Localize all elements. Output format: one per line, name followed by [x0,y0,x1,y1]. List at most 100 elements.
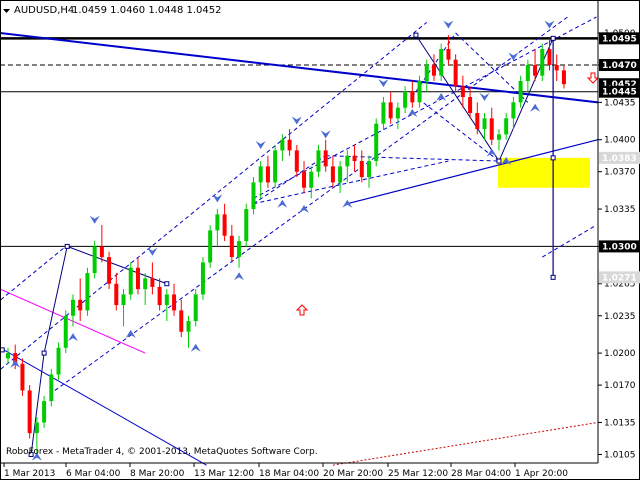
candle [200,257,205,300]
candles-layer [6,35,566,455]
candle-body [208,230,213,263]
y-tick-label: 1.0170 [604,381,636,391]
candle-body [302,171,307,188]
candle [554,54,559,82]
zone-layer [498,157,590,188]
price-label-text: 1.0470 [602,61,637,71]
candle-body [374,123,379,162]
candle [186,315,191,348]
candle [403,86,408,114]
zigzag-node [550,155,556,161]
candle [395,102,400,130]
zigzag-node [413,32,419,38]
price-label: 1.0445 [599,85,640,98]
candle-body [496,134,501,140]
candle-body [49,374,54,402]
candle-body [121,294,126,306]
candle-body [273,150,278,183]
candle-body [489,118,494,140]
candle-body [34,422,39,434]
candle-body [309,171,314,188]
candle [489,107,494,146]
candle [323,139,328,172]
candle [56,342,61,380]
up-arrow-marker [295,304,309,316]
candle [367,155,371,188]
candle-body [525,65,530,82]
candle-body [63,315,68,348]
candle-body [316,150,321,172]
zigzag-node [550,35,556,41]
price-label-text: 1.0300 [602,242,637,252]
lines-layer [0,16,600,466]
candle-body [193,294,198,322]
candle [518,75,523,108]
candle-body [475,113,480,130]
candle [482,113,487,140]
candle-body [403,91,408,108]
candle [381,97,386,130]
candle-body [135,267,140,290]
candle-body [460,86,465,98]
fractal-up-arrow [234,272,245,281]
candle-body [280,139,285,151]
candle [540,43,545,82]
candle-body [367,161,371,178]
candle-body [179,310,184,332]
candle-body [482,118,487,130]
candle [468,86,473,119]
fractal-up-arrow [67,333,78,342]
candle [143,273,148,306]
candle-body [410,91,415,103]
candle-body [237,241,242,258]
dropdown-triangle-icon[interactable] [3,9,10,13]
fractal-up-arrow [125,329,136,338]
candle [208,225,213,268]
candle [42,395,47,428]
candle-body [294,150,299,172]
zigzag-node [496,158,502,164]
zigzag-node [41,350,47,356]
candle [135,257,140,295]
candle-body [388,102,393,119]
fractal-down-arrow [378,79,389,88]
candle-body [287,139,292,151]
candle [258,161,263,199]
candle-body [330,166,335,183]
candle-body [150,278,155,287]
candle-body [78,299,83,311]
zigzag-line [415,34,500,162]
triangle-dashed-3 [253,160,449,205]
candle [251,177,256,215]
fractal-down-arrow [479,93,490,102]
candle-body [27,390,32,434]
candle-body [85,273,90,311]
candle [410,81,415,108]
price-label: 1.0383 [599,151,640,164]
fractal-down-arrow [255,141,266,150]
candle [179,299,184,338]
fractal-up-arrow [190,343,201,352]
candle-body [244,209,249,242]
candle [222,203,227,242]
candle [302,161,307,194]
candle [424,59,429,92]
candle-body [229,235,234,258]
candle-body [215,214,220,231]
x-tick-label: 1 Apr 20:00 [515,469,568,479]
candle-body [222,214,227,236]
y-tick-label: 1.0200 [604,349,636,359]
fractal-up-arrow [277,199,288,208]
price-label-text: 1.0445 [602,88,637,98]
candle-body [323,150,328,167]
candle [27,385,32,439]
candle [237,235,242,268]
candle-body [554,65,559,71]
copyright-text: RoboForex - MetaTrader 4, © 2001-2013, M… [6,447,318,457]
candle [431,54,436,82]
y-tick-label: 1.0400 [604,136,636,146]
fractal-up-arrow [299,205,310,214]
zigzag-node [164,281,170,287]
price-label: 1.0470 [599,59,640,72]
candle-body [518,81,523,103]
